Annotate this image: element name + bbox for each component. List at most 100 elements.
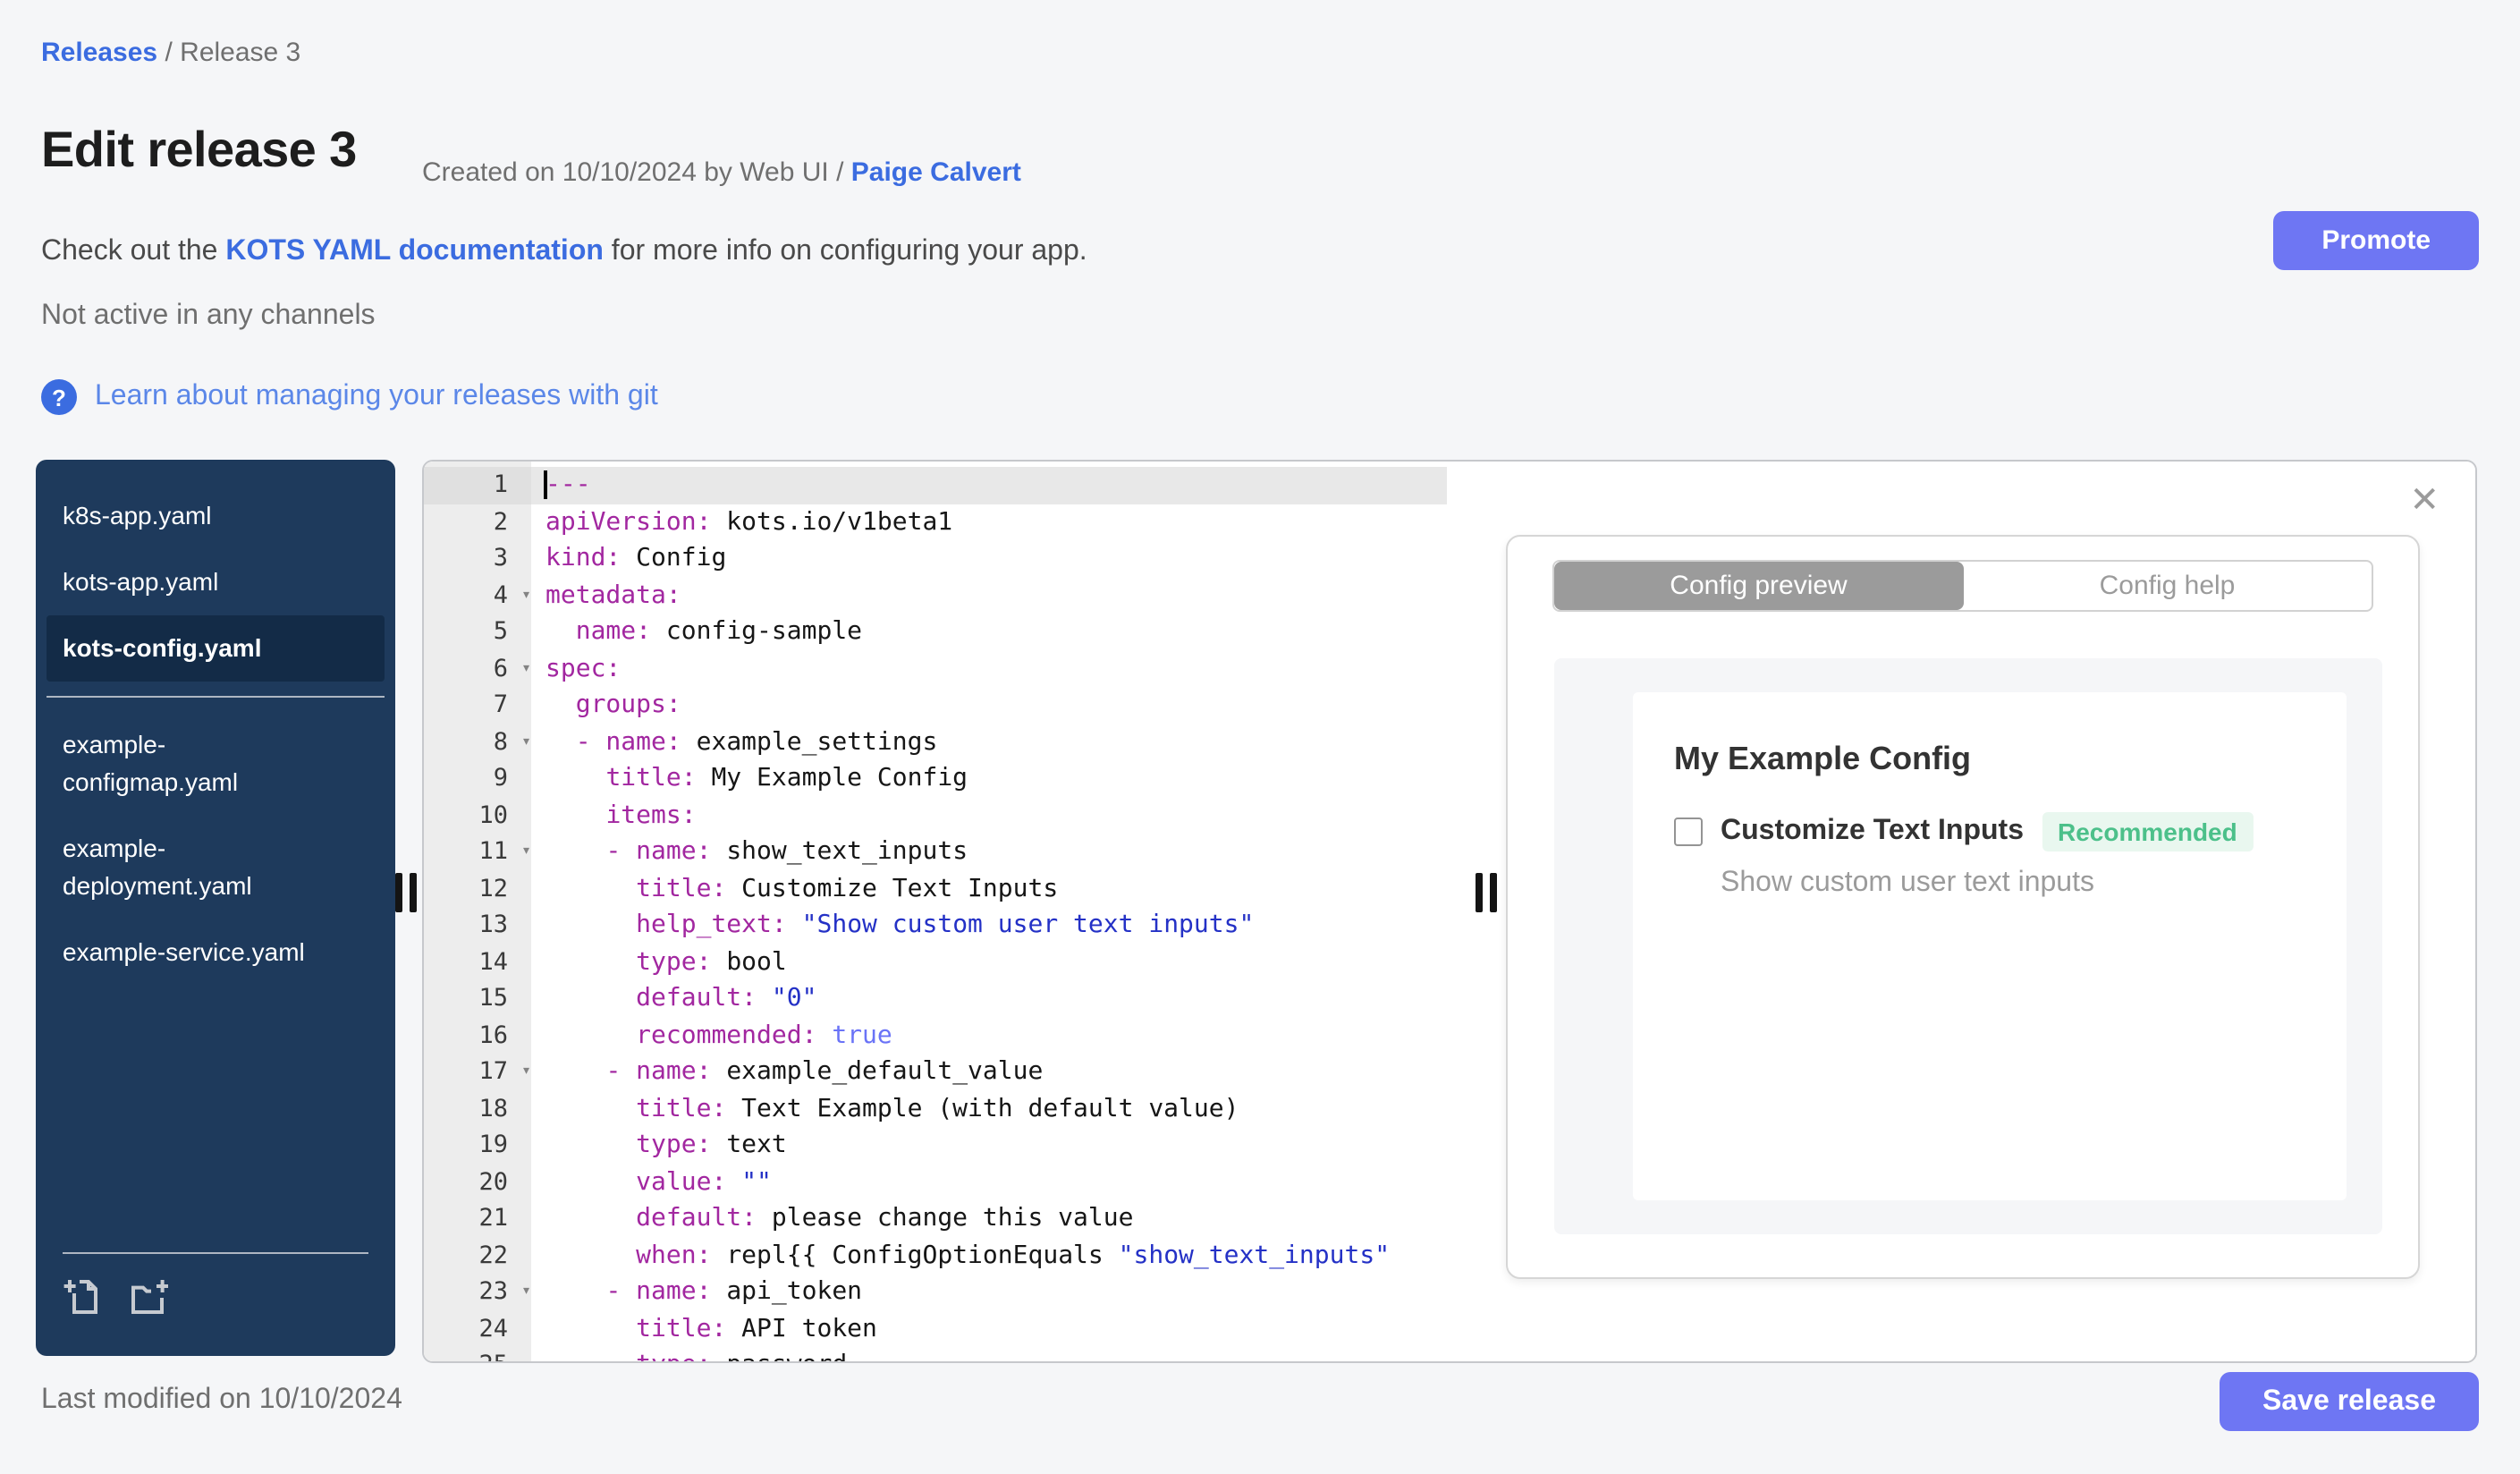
file-tree-item-k8s-app.yaml[interactable]: k8s-app.yaml xyxy=(36,483,395,549)
docs-hint: Check out the KOTS YAML documentation fo… xyxy=(41,236,1087,268)
text-cursor xyxy=(544,470,546,499)
code-line-21[interactable]: default: please change this value xyxy=(531,1200,1447,1237)
config-group-card: My Example Config Customize Text Inputs … xyxy=(1633,692,2347,1200)
gutter-line-5: 5 xyxy=(493,617,508,646)
file-tree-footer xyxy=(36,1252,395,1356)
editor-gutter: 1 2 3 4 ▾ 5 6 ▾ 7 8 ▾ 9 10 11 ▾ 12 13 14 15 16 17 ▾ 18 19 20 21 22… xyxy=(424,462,531,1361)
yaml-editor[interactable]: 1 2 3 4 ▾ 5 6 ▾ 7 8 ▾ 9 10 11 ▾ 12 13 14 15 16 17 ▾ 18 19 20 21 22… xyxy=(424,462,1447,1361)
gutter-line-6: 6 ▾ xyxy=(424,650,531,687)
new-folder-icon[interactable] xyxy=(127,1275,170,1327)
gutter-line-1: 1 xyxy=(424,467,531,504)
close-icon[interactable]: ✕ xyxy=(2409,483,2440,519)
gutter-line-4: 4 ▾ xyxy=(424,577,531,614)
code-line-15[interactable]: default: "0" xyxy=(531,980,1447,1017)
preview-resize-handle[interactable] xyxy=(1476,873,1497,912)
code-line-25[interactable]: type: password xyxy=(531,1347,1447,1361)
code-line-2[interactable]: apiVersion: kots.io/v1beta1 xyxy=(531,504,1447,540)
gutter-line-21: 21 xyxy=(478,1204,508,1233)
breadcrumb-separator: / xyxy=(157,38,181,68)
gutter-line-10: 10 xyxy=(478,801,508,829)
author-link[interactable]: Paige Calvert xyxy=(851,157,1021,188)
code-line-9[interactable]: title: My Example Config xyxy=(531,760,1447,797)
code-line-18[interactable]: title: Text Example (with default value) xyxy=(531,1090,1447,1127)
file-tree-divider xyxy=(47,696,385,698)
code-line-4[interactable]: metadata: xyxy=(531,577,1447,614)
channel-status: Not active in any channels xyxy=(41,301,376,331)
code-line-19[interactable]: type: text xyxy=(531,1127,1447,1164)
code-line-14[interactable]: type: bool xyxy=(531,944,1447,980)
file-tree-item-example-deployment.yaml[interactable]: example-deployment.yaml xyxy=(36,816,395,919)
promote-button[interactable]: Promote xyxy=(2273,211,2479,270)
code-line-20[interactable]: value: "" xyxy=(531,1164,1447,1200)
fold-arrow-icon[interactable]: ▾ xyxy=(521,577,531,614)
gutter-line-23: 23 ▾ xyxy=(424,1274,531,1310)
code-line-7[interactable]: groups: xyxy=(531,687,1447,724)
gutter-line-20: 20 xyxy=(478,1167,508,1196)
save-release-button[interactable]: Save release xyxy=(2220,1372,2479,1431)
git-help-row: ? Learn about managing your releases wit… xyxy=(41,379,658,415)
editor-code[interactable]: --- apiVersion: kots.io/v1beta1 kind: Conf… xyxy=(531,462,1447,1361)
gutter-line-24: 24 xyxy=(478,1314,508,1343)
breadcrumb: Releases / Release 3 xyxy=(41,38,300,68)
file-tree-item-kots-config.yaml[interactable]: kots-config.yaml xyxy=(47,615,385,682)
gutter-line-14: 14 xyxy=(478,947,508,976)
file-tree-footer-divider xyxy=(63,1252,368,1254)
gutter-line-13: 13 xyxy=(478,911,508,939)
gutter-line-16: 16 xyxy=(478,1021,508,1049)
file-tree-item-kots-app.yaml[interactable]: kots-app.yaml xyxy=(36,549,395,615)
code-line-13[interactable]: help_text: "Show custom user text inputs… xyxy=(531,907,1447,944)
fold-arrow-icon[interactable]: ▾ xyxy=(521,724,531,760)
gutter-line-2: 2 xyxy=(493,507,508,536)
tab-config-preview[interactable]: Config preview xyxy=(1554,562,1963,610)
tab-config-help[interactable]: Config help xyxy=(1963,562,2372,610)
code-line-5[interactable]: name: config-sample xyxy=(531,614,1447,650)
code-line-17[interactable]: - name: example_default_value xyxy=(531,1054,1447,1090)
fold-arrow-icon[interactable]: ▾ xyxy=(521,1274,531,1310)
editor-container: 1 2 3 4 ▾ 5 6 ▾ 7 8 ▾ 9 10 11 ▾ 12 13 14 15 16 17 ▾ 18 19 20 21 22… xyxy=(422,460,2477,1363)
code-line-12[interactable]: title: Customize Text Inputs xyxy=(531,870,1447,907)
breadcrumb-link-releases[interactable]: Releases xyxy=(41,38,157,68)
file-tree: k8s-app.yaml kots-app.yaml kots-config.yam… xyxy=(36,460,395,1356)
code-line-24[interactable]: title: API token xyxy=(531,1310,1447,1347)
gutter-line-17: 17 ▾ xyxy=(424,1054,531,1090)
gutter-line-8: 8 ▾ xyxy=(424,724,531,760)
kots-yaml-docs-link[interactable]: KOTS YAML documentation xyxy=(225,236,604,267)
code-line-3[interactable]: kind: Config xyxy=(531,540,1447,577)
file-tree-resize-handle[interactable] xyxy=(395,873,417,912)
gutter-line-7: 7 xyxy=(493,690,508,719)
page-title: Edit release 3 xyxy=(41,122,357,177)
file-tree-item-example-configmap.yaml[interactable]: example-configmap.yaml xyxy=(36,712,395,816)
fold-arrow-icon[interactable]: ▾ xyxy=(521,1054,531,1090)
code-line-10[interactable]: items: xyxy=(531,797,1447,834)
config-item-label[interactable]: Customize Text Inputs xyxy=(1721,816,2024,848)
config-checkbox-row: Customize Text Inputs Recommended xyxy=(1674,812,2347,851)
new-file-icon[interactable] xyxy=(63,1275,102,1327)
preview-tabs: Config preview Config help xyxy=(1552,560,2373,612)
git-help-link[interactable]: Learn about managing your releases with … xyxy=(95,381,658,413)
gutter-line-12: 12 xyxy=(478,874,508,902)
code-line-23[interactable]: - name: api_token xyxy=(531,1274,1447,1310)
gutter-line-19: 19 xyxy=(478,1131,508,1159)
code-line-8[interactable]: - name: example_settings xyxy=(531,724,1447,760)
fold-arrow-icon[interactable]: ▾ xyxy=(521,834,531,870)
code-line-6[interactable]: spec: xyxy=(531,650,1447,687)
file-tree-item-example-service.yaml[interactable]: example-service.yaml xyxy=(36,919,395,986)
gutter-line-25: 25 xyxy=(424,1347,531,1361)
code-line-22[interactable]: when: repl{{ ConfigOptionEquals "show_te… xyxy=(531,1237,1447,1274)
code-line-11[interactable]: - name: show_text_inputs xyxy=(531,834,1447,870)
customize-text-inputs-checkbox[interactable] xyxy=(1674,817,1703,846)
created-text: Created on 10/10/2024 by Web UI / xyxy=(422,157,851,188)
created-info: Created on 10/10/2024 by Web UI / Paige … xyxy=(422,157,1021,188)
gutter-line-18: 18 xyxy=(478,1094,508,1122)
gutter-line-3: 3 xyxy=(493,544,508,572)
code-line-16[interactable]: recommended: true xyxy=(531,1017,1447,1054)
config-preview-panel: Config preview Config help My Example Co… xyxy=(1506,535,2420,1279)
code-line-1[interactable]: --- xyxy=(531,467,1447,504)
gutter-line-15: 15 xyxy=(478,984,508,1012)
gutter-line-11: 11 ▾ xyxy=(424,834,531,870)
question-mark-icon: ? xyxy=(41,379,77,415)
gutter-line-22: 22 xyxy=(478,1241,508,1269)
fold-arrow-icon[interactable]: ▾ xyxy=(521,650,531,687)
config-preview-pane: ✕ Config preview Config help My Example … xyxy=(1447,462,2475,1361)
last-modified-text: Last modified on 10/10/2024 xyxy=(41,1385,402,1415)
